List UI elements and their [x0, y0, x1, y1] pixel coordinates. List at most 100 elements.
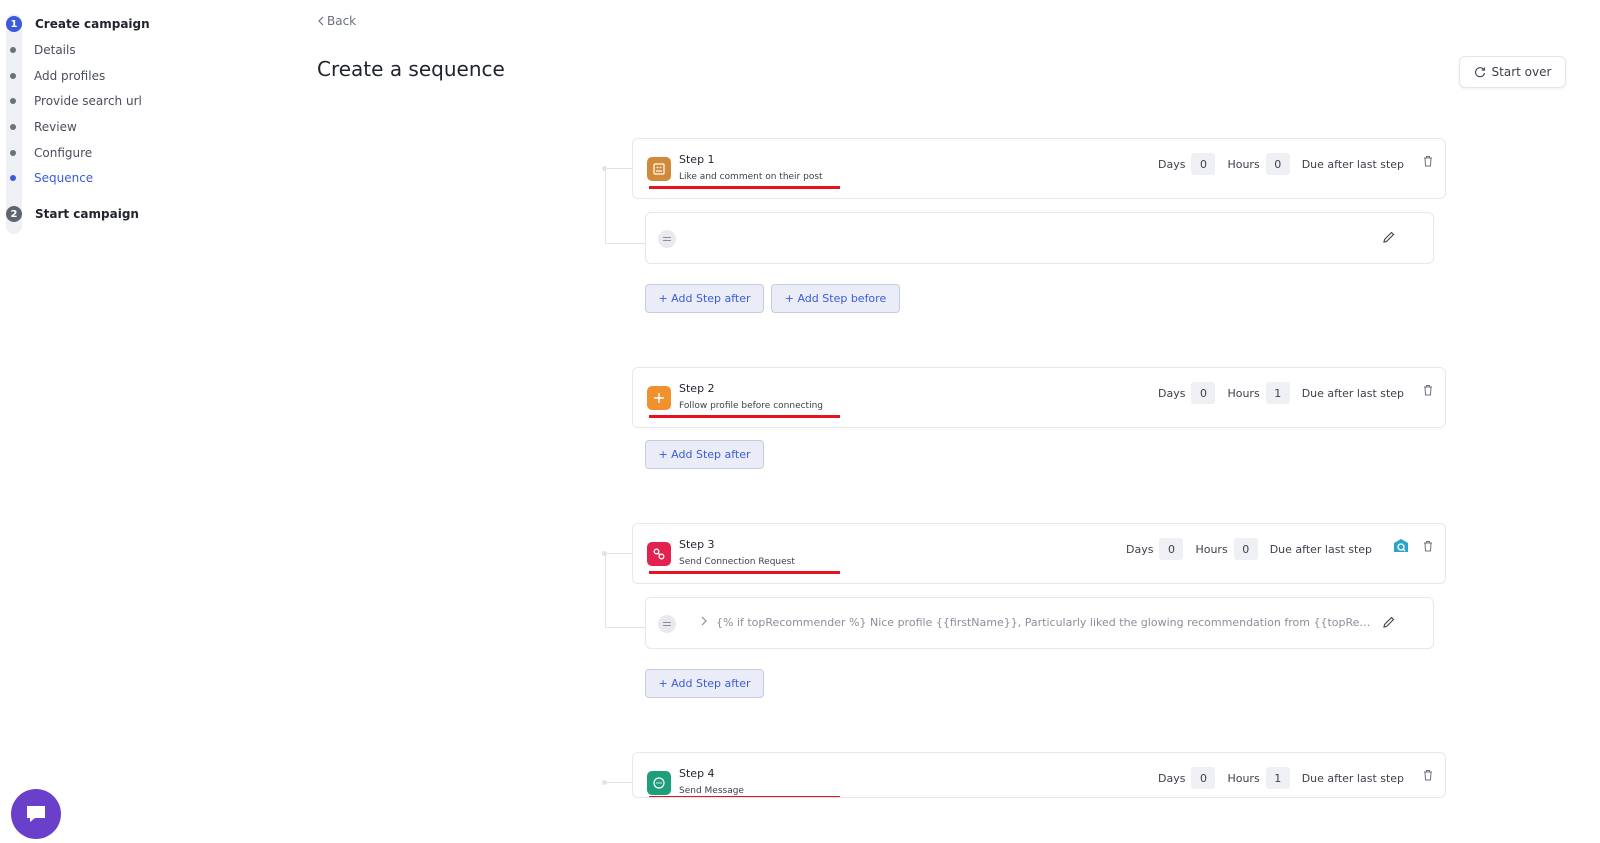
plus-icon: [647, 386, 671, 410]
step-card-1[interactable]: Step 1 Like and comment on their post Da…: [632, 138, 1446, 199]
step-card-4[interactable]: Step 4 Send Message Days 0 Hours 1 Due a…: [632, 752, 1446, 798]
highlight-underline: [649, 571, 840, 574]
drag-handle-icon[interactable]: [658, 615, 676, 633]
trash-icon[interactable]: [1423, 540, 1433, 552]
hours-input[interactable]: 0: [1265, 153, 1290, 175]
message-row-1[interactable]: [645, 212, 1434, 264]
substep-label: Review: [34, 120, 77, 134]
stage-number-badge: 1: [6, 16, 22, 32]
step-title: Step 3: [679, 538, 715, 551]
back-link[interactable]: Back: [317, 14, 356, 28]
substep-label: Add profiles: [34, 69, 106, 83]
highlight-underline: [649, 796, 840, 797]
chevron-right-icon[interactable]: [700, 616, 708, 626]
hours-label: Hours: [1227, 386, 1260, 400]
step-subtitle: Like and comment on their post: [679, 172, 823, 182]
support-chat-button[interactable]: [11, 789, 61, 839]
page: 1 Create campaign Details Add profiles P…: [0, 0, 1600, 843]
step-timing: Days 0 Hours 0 Due after last step: [1126, 538, 1372, 560]
days-label: Days: [1158, 157, 1186, 171]
chat-icon: [647, 771, 671, 795]
due-label: Due after last step: [1301, 771, 1405, 785]
stage-label: Create campaign: [35, 17, 150, 31]
add-step-after-button[interactable]: + Add Step after: [645, 284, 764, 313]
sidebar: 1 Create campaign Details Add profiles P…: [0, 0, 300, 843]
tree-connector: [605, 553, 606, 627]
trash-icon[interactable]: [1423, 384, 1433, 396]
days-label: Days: [1158, 771, 1186, 785]
tree-connector: [605, 243, 645, 244]
step-card-3[interactable]: Step 3 Send Connection Request Days 0 Ho…: [632, 523, 1446, 584]
tree-connector: [605, 782, 632, 783]
stage-number-badge: 2: [6, 206, 22, 222]
tree-connector: [605, 168, 632, 169]
days-label: Days: [1126, 542, 1154, 556]
days-input[interactable]: 0: [1191, 153, 1216, 175]
due-label: Due after last step: [1301, 157, 1405, 171]
substep-label: Configure: [34, 146, 93, 160]
days-input[interactable]: 0: [1191, 382, 1216, 404]
substep-sequence[interactable]: Sequence: [10, 171, 93, 185]
image-icon: [647, 157, 671, 181]
stage-label: Start campaign: [35, 207, 139, 221]
stage-create-campaign[interactable]: 1 Create campaign: [6, 16, 150, 32]
chat-bubble-icon: [27, 806, 45, 822]
substep-configure[interactable]: Configure: [10, 146, 92, 160]
tree-connector: [605, 168, 606, 243]
substep-label: Provide search url: [34, 94, 142, 108]
step-timing: Days 0 Hours 1 Due after last step: [1158, 767, 1404, 789]
due-label: Due after last step: [1269, 542, 1373, 556]
step-subtitle: Send Message: [679, 786, 744, 796]
hours-input[interactable]: 0: [1233, 538, 1258, 560]
trash-icon[interactable]: [1423, 155, 1433, 167]
substep-dot: [10, 73, 16, 79]
message-preview: {% if topRecommender %} Nice profile {{f…: [716, 616, 1376, 629]
substep-review[interactable]: Review: [10, 120, 77, 134]
substep-dot-current: [10, 175, 16, 181]
chevron-left-icon: [318, 16, 324, 26]
highlight-underline: [649, 415, 840, 418]
ai-assistant-icon[interactable]: [1393, 538, 1409, 554]
drag-handle-icon[interactable]: [658, 230, 676, 248]
substep-dot: [10, 124, 16, 130]
step-subtitle: Follow profile before connecting: [679, 401, 823, 411]
hours-label: Hours: [1227, 157, 1260, 171]
add-step-after-button[interactable]: + Add Step after: [645, 669, 764, 698]
due-label: Due after last step: [1301, 386, 1405, 400]
add-step-before-button[interactable]: + Add Step before: [771, 284, 900, 313]
step-timing: Days 0 Hours 0 Due after last step: [1158, 153, 1404, 175]
step-card-2[interactable]: Step 2 Follow profile before connecting …: [632, 367, 1446, 428]
step-title: Step 4: [679, 767, 715, 780]
stage-start-campaign[interactable]: 2 Start campaign: [6, 206, 139, 222]
message-row-3[interactable]: {% if topRecommender %} Nice profile {{f…: [645, 597, 1434, 649]
refresh-icon: [1474, 67, 1485, 78]
highlight-underline: [649, 186, 840, 189]
hours-input[interactable]: 1: [1265, 767, 1290, 789]
link-icon: [647, 542, 671, 566]
hours-input[interactable]: 1: [1265, 382, 1290, 404]
pencil-icon[interactable]: [1382, 615, 1396, 629]
start-over-button[interactable]: Start over: [1459, 56, 1566, 88]
days-input[interactable]: 0: [1159, 538, 1184, 560]
days-label: Days: [1158, 386, 1186, 400]
step-title: Step 1: [679, 153, 715, 166]
substep-label: Details: [34, 43, 76, 57]
tree-connector: [605, 627, 645, 628]
substep-dot: [10, 98, 16, 104]
hours-label: Hours: [1195, 542, 1228, 556]
pencil-icon[interactable]: [1382, 230, 1396, 244]
trash-icon[interactable]: [1423, 769, 1433, 781]
substep-add-profiles[interactable]: Add profiles: [10, 69, 105, 83]
step-title: Step 2: [679, 382, 715, 395]
step-subtitle: Send Connection Request: [679, 557, 795, 567]
page-title: Create a sequence: [317, 57, 505, 81]
days-input[interactable]: 0: [1191, 767, 1216, 789]
substep-provide-search-url[interactable]: Provide search url: [10, 94, 142, 108]
back-label: Back: [327, 14, 357, 28]
add-step-after-button[interactable]: + Add Step after: [645, 440, 764, 469]
substep-label: Sequence: [34, 171, 94, 185]
tree-connector: [605, 553, 632, 554]
substep-details[interactable]: Details: [10, 43, 76, 57]
hours-label: Hours: [1227, 771, 1260, 785]
start-over-label: Start over: [1491, 65, 1552, 79]
